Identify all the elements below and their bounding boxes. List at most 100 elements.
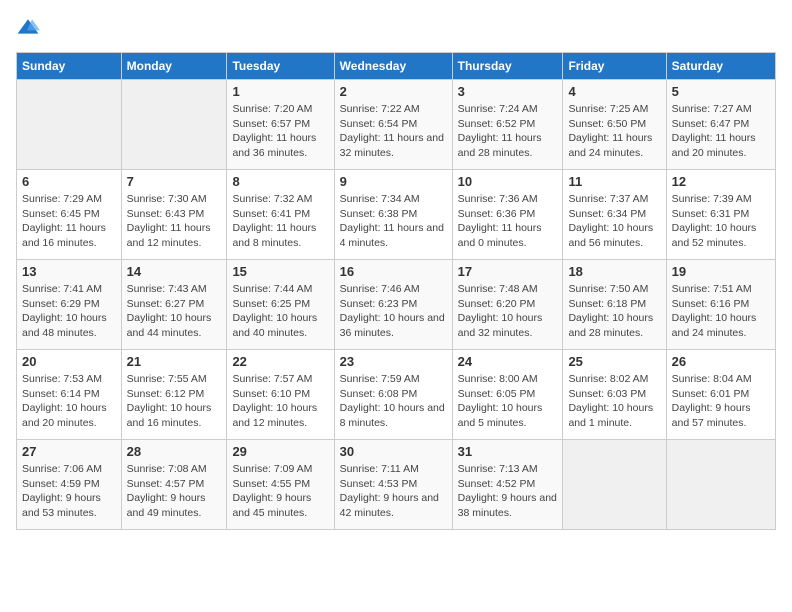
day-number: 10 [458,174,558,189]
calendar-header-row: SundayMondayTuesdayWednesdayThursdayFrid… [17,53,776,80]
calendar-cell: 14 Sunrise: 7:43 AMSunset: 6:27 PMDayligh… [121,260,227,350]
day-info: Sunrise: 7:39 AMSunset: 6:31 PMDaylight:… [672,192,770,251]
calendar-cell: 7 Sunrise: 7:30 AMSunset: 6:43 PMDaylight… [121,170,227,260]
day-info: Sunrise: 7:43 AMSunset: 6:27 PMDaylight:… [127,282,222,341]
day-number: 30 [340,444,447,459]
day-info: Sunrise: 7:20 AMSunset: 6:57 PMDaylight:… [232,102,328,161]
calendar-cell: 16 Sunrise: 7:46 AMSunset: 6:23 PMDayligh… [334,260,452,350]
calendar-cell: 23 Sunrise: 7:59 AMSunset: 6:08 PMDayligh… [334,350,452,440]
day-info: Sunrise: 7:48 AMSunset: 6:20 PMDaylight:… [458,282,558,341]
day-number: 16 [340,264,447,279]
day-info: Sunrise: 7:30 AMSunset: 6:43 PMDaylight:… [127,192,222,251]
day-number: 25 [568,354,660,369]
calendar-cell: 3 Sunrise: 7:24 AMSunset: 6:52 PMDaylight… [452,80,563,170]
day-number: 4 [568,84,660,99]
day-number: 28 [127,444,222,459]
calendar-cell: 29Sunrise: 7:09 AMSunset: 4:55 PMDayligh… [227,440,334,530]
day-info: Sunrise: 7:25 AMSunset: 6:50 PMDaylight:… [568,102,660,161]
day-info: Sunrise: 7:44 AMSunset: 6:25 PMDaylight:… [232,282,328,341]
weekday-header-wednesday: Wednesday [334,53,452,80]
day-number: 1 [232,84,328,99]
calendar-cell: 2Sunrise: 7:22 AMSunset: 6:54 PMDaylight… [334,80,452,170]
day-info: Sunrise: 7:46 AMSunset: 6:23 PMDaylight:… [340,282,447,341]
day-number: 6 [22,174,116,189]
week-row-5: 27 Sunrise: 7:06 AMSunset: 4:59 PMDayligh… [17,440,776,530]
calendar-cell: 17 Sunrise: 7:48 AMSunset: 6:20 PMDayligh… [452,260,563,350]
calendar-cell: 6 Sunrise: 7:29 AMSunset: 6:45 PMDaylight… [17,170,122,260]
calendar-cell [121,80,227,170]
day-number: 31 [458,444,558,459]
day-info: Sunrise: 7:53 AMSunset: 6:14 PMDaylight:… [22,372,116,431]
logo [16,16,44,40]
week-row-4: 20 Sunrise: 7:53 AMSunset: 6:14 PMDayligh… [17,350,776,440]
day-number: 12 [672,174,770,189]
day-number: 23 [340,354,447,369]
day-info: Sunrise: 7:24 AMSunset: 6:52 PMDaylight:… [458,102,558,161]
day-number: 24 [458,354,558,369]
day-number: 21 [127,354,222,369]
calendar-cell: 10Sunrise: 7:36 AMSunset: 6:36 PMDayligh… [452,170,563,260]
day-info: Sunrise: 7:55 AMSunset: 6:12 PMDaylight:… [127,372,222,431]
day-number: 9 [340,174,447,189]
day-number: 11 [568,174,660,189]
weekday-header-thursday: Thursday [452,53,563,80]
day-number: 7 [127,174,222,189]
day-info: Sunrise: 8:00 AMSunset: 6:05 PMDaylight:… [458,372,558,431]
day-info: Sunrise: 7:06 AMSunset: 4:59 PMDaylight:… [22,462,116,521]
calendar-cell: 11 Sunrise: 7:37 AMSunset: 6:34 PMDayligh… [563,170,666,260]
calendar-cell: 1 Sunrise: 7:20 AMSunset: 6:57 PMDaylight… [227,80,334,170]
day-number: 18 [568,264,660,279]
week-row-1: 1 Sunrise: 7:20 AMSunset: 6:57 PMDaylight… [17,80,776,170]
calendar-table: SundayMondayTuesdayWednesdayThursdayFrid… [16,52,776,530]
calendar-cell: 4 Sunrise: 7:25 AMSunset: 6:50 PMDaylight… [563,80,666,170]
day-info: Sunrise: 7:59 AMSunset: 6:08 PMDaylight:… [340,372,447,431]
day-info: Sunrise: 7:57 AMSunset: 6:10 PMDaylight:… [232,372,328,431]
calendar-cell: 13Sunrise: 7:41 AMSunset: 6:29 PMDayligh… [17,260,122,350]
day-number: 19 [672,264,770,279]
day-number: 20 [22,354,116,369]
calendar-cell: 18 Sunrise: 7:50 AMSunset: 6:18 PMDayligh… [563,260,666,350]
calendar-cell [17,80,122,170]
weekday-header-saturday: Saturday [666,53,775,80]
calendar-cell: 30 Sunrise: 7:11 AMSunset: 4:53 PMDayligh… [334,440,452,530]
calendar-cell: 9 Sunrise: 7:34 AMSunset: 6:38 PMDaylight… [334,170,452,260]
calendar-cell: 8 Sunrise: 7:32 AMSunset: 6:41 PMDaylight… [227,170,334,260]
calendar-cell [666,440,775,530]
day-info: Sunrise: 7:37 AMSunset: 6:34 PMDaylight:… [568,192,660,251]
calendar-cell: 20 Sunrise: 7:53 AMSunset: 6:14 PMDayligh… [17,350,122,440]
day-number: 14 [127,264,222,279]
calendar-cell: 15Sunrise: 7:44 AMSunset: 6:25 PMDayligh… [227,260,334,350]
calendar-cell: 26 Sunrise: 8:04 AMSunset: 6:01 PMDayligh… [666,350,775,440]
calendar-cell: 25Sunrise: 8:02 AMSunset: 6:03 PMDayligh… [563,350,666,440]
calendar-cell: 21 Sunrise: 7:55 AMSunset: 6:12 PMDayligh… [121,350,227,440]
calendar-cell [563,440,666,530]
day-number: 5 [672,84,770,99]
day-info: Sunrise: 7:22 AMSunset: 6:54 PMDaylight:… [340,102,447,161]
day-number: 26 [672,354,770,369]
week-row-2: 6 Sunrise: 7:29 AMSunset: 6:45 PMDaylight… [17,170,776,260]
day-number: 8 [232,174,328,189]
weekday-header-friday: Friday [563,53,666,80]
calendar-cell: 19Sunrise: 7:51 AMSunset: 6:16 PMDayligh… [666,260,775,350]
day-info: Sunrise: 7:11 AMSunset: 4:53 PMDaylight:… [340,462,447,521]
day-info: Sunrise: 7:50 AMSunset: 6:18 PMDaylight:… [568,282,660,341]
day-info: Sunrise: 7:34 AMSunset: 6:38 PMDaylight:… [340,192,447,251]
page-header [16,16,776,40]
calendar-cell: 12 Sunrise: 7:39 AMSunset: 6:31 PMDayligh… [666,170,775,260]
weekday-header-tuesday: Tuesday [227,53,334,80]
day-number: 3 [458,84,558,99]
day-info: Sunrise: 7:41 AMSunset: 6:29 PMDaylight:… [22,282,116,341]
calendar-cell: 22 Sunrise: 7:57 AMSunset: 6:10 PMDayligh… [227,350,334,440]
calendar-cell: 5Sunrise: 7:27 AMSunset: 6:47 PMDaylight… [666,80,775,170]
day-number: 27 [22,444,116,459]
day-info: Sunrise: 8:04 AMSunset: 6:01 PMDaylight:… [672,372,770,431]
day-number: 22 [232,354,328,369]
calendar-cell: 24 Sunrise: 8:00 AMSunset: 6:05 PMDayligh… [452,350,563,440]
day-info: Sunrise: 7:29 AMSunset: 6:45 PMDaylight:… [22,192,116,251]
weekday-header-monday: Monday [121,53,227,80]
day-info: Sunrise: 7:08 AMSunset: 4:57 PMDaylight:… [127,462,222,521]
day-info: Sunrise: 7:32 AMSunset: 6:41 PMDaylight:… [232,192,328,251]
day-number: 17 [458,264,558,279]
day-info: Sunrise: 7:09 AMSunset: 4:55 PMDaylight:… [232,462,328,521]
calendar-cell: 27 Sunrise: 7:06 AMSunset: 4:59 PMDayligh… [17,440,122,530]
